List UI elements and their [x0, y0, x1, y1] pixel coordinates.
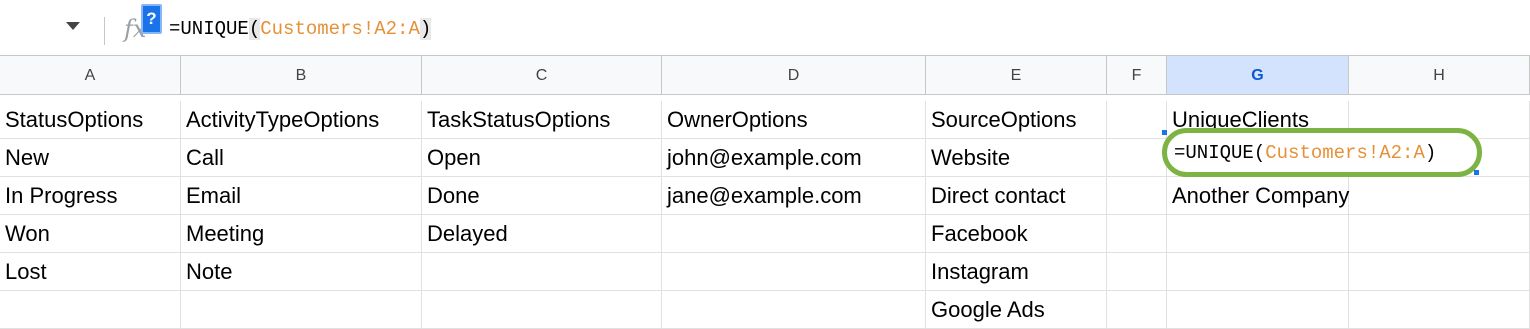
editor-range-reference: Customers!A2:A	[1265, 142, 1425, 164]
cell-b1[interactable]: ActivityTypeOptions	[181, 101, 422, 139]
editor-close-paren: )	[1424, 142, 1437, 164]
cell-f3[interactable]	[1107, 177, 1167, 215]
cell-e2[interactable]: Website	[926, 139, 1107, 177]
formula-function: =UNIQUE	[169, 18, 249, 40]
cell-e4[interactable]: Facebook	[926, 215, 1107, 253]
cell-h4[interactable]	[1349, 215, 1530, 253]
cell-h6[interactable]	[1349, 291, 1530, 329]
cell-c3[interactable]: Done	[422, 177, 662, 215]
cell-d2[interactable]: john@example.com	[662, 139, 926, 177]
cell-a1[interactable]: StatusOptions	[0, 101, 181, 139]
cell-b5[interactable]: Note	[181, 253, 422, 291]
cell-d6[interactable]	[662, 291, 926, 329]
column-header-d[interactable]: D	[662, 55, 926, 95]
editor-function: =UNIQUE	[1174, 142, 1254, 164]
cell-f2[interactable]	[1107, 139, 1167, 177]
cell-a2[interactable]: New	[0, 139, 181, 177]
cell-g5[interactable]	[1167, 253, 1349, 291]
column-header-f[interactable]: F	[1107, 55, 1167, 95]
cell-g6[interactable]	[1167, 291, 1349, 329]
formula-input[interactable]: =UNIQUE(Customers!A2:A)	[169, 18, 432, 40]
cell-d1[interactable]: OwnerOptions	[662, 101, 926, 139]
cell-b2[interactable]: Call	[181, 139, 422, 177]
cell-g4[interactable]	[1167, 215, 1349, 253]
column-header-g[interactable]: G	[1167, 55, 1349, 95]
cell-g3[interactable]: Another Company	[1167, 177, 1349, 215]
cell-e1[interactable]: SourceOptions	[926, 101, 1107, 139]
formula-open-paren: (	[248, 18, 261, 40]
cell-e6[interactable]: Google Ads	[926, 291, 1107, 329]
cell-e5[interactable]: Instagram	[926, 253, 1107, 291]
help-icon[interactable]: ?	[141, 4, 162, 34]
formula-range-reference: Customers!A2:A	[260, 18, 420, 40]
cell-c2[interactable]: Open	[422, 139, 662, 177]
chevron-down-icon[interactable]	[66, 22, 80, 30]
cell-a6[interactable]	[0, 291, 181, 329]
cell-f4[interactable]	[1107, 215, 1167, 253]
cell-b4[interactable]: Meeting	[181, 215, 422, 253]
cell-c5[interactable]	[422, 253, 662, 291]
cell-f6[interactable]	[1107, 291, 1167, 329]
cell-f1[interactable]	[1107, 101, 1167, 139]
cell-h5[interactable]	[1349, 253, 1530, 291]
column-header-b[interactable]: B	[181, 55, 422, 95]
cell-f5[interactable]	[1107, 253, 1167, 291]
cell-b3[interactable]: Email	[181, 177, 422, 215]
cell-a5[interactable]: Lost	[0, 253, 181, 291]
formula-bar: fx ? =UNIQUE(Customers!A2:A)	[0, 0, 1530, 56]
cell-c4[interactable]: Delayed	[422, 215, 662, 253]
cell-d5[interactable]	[662, 253, 926, 291]
cell-b6[interactable]	[181, 291, 422, 329]
column-header-c[interactable]: C	[422, 55, 662, 95]
selection-handle[interactable]	[1162, 130, 1167, 135]
cell-e3[interactable]: Direct contact	[926, 177, 1107, 215]
formula-close-paren: )	[419, 18, 432, 40]
cell-a3[interactable]: In Progress	[0, 177, 181, 215]
formula-bar-divider	[104, 17, 105, 45]
cell-c1[interactable]: TaskStatusOptions	[422, 101, 662, 139]
cell-editor[interactable]: =UNIQUE(Customers!A2:A)	[1174, 142, 1436, 164]
column-header-e[interactable]: E	[926, 55, 1107, 95]
cell-d4[interactable]	[662, 215, 926, 253]
column-header-h[interactable]: H	[1349, 55, 1530, 95]
selection-handle[interactable]	[1474, 170, 1479, 175]
spreadsheet-grid: A B C D E F G H StatusOptions ActivityTypeOptions…	[0, 55, 1530, 329]
column-header-a[interactable]: A	[0, 55, 181, 95]
cell-d3[interactable]: jane@example.com	[662, 177, 926, 215]
cell-h3[interactable]	[1349, 177, 1530, 215]
cell-a4[interactable]: Won	[0, 215, 181, 253]
editor-open-paren: (	[1253, 142, 1266, 164]
cell-c6[interactable]	[422, 291, 662, 329]
